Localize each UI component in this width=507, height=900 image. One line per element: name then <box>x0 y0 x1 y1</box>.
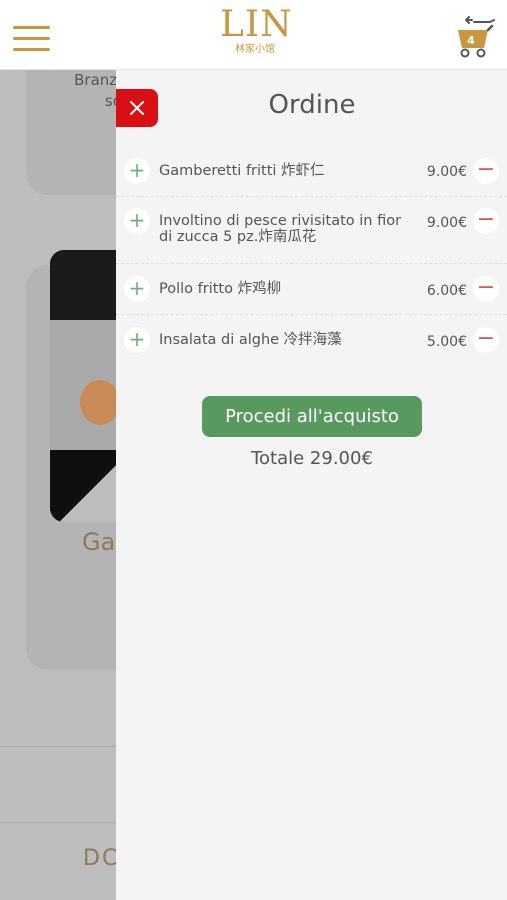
item-price: 5.00€ <box>426 334 467 350</box>
cart-badge: 4 <box>467 34 475 47</box>
item-name: Insalata di alghe 冷拌海藻 <box>159 332 342 348</box>
item-name: Involtino di pesce rivisitato in fior di… <box>159 213 402 245</box>
item-price: 9.00€ <box>426 164 467 180</box>
order-item: + Pollo fritto 炸鸡柳 6.00€ − <box>116 264 507 315</box>
increase-quantity-button[interactable]: + <box>124 327 150 353</box>
logo-subtitle: 林家小馆 <box>235 44 275 55</box>
dish-name-partial: Ga <box>82 528 116 556</box>
decrease-quantity-button[interactable]: − <box>473 158 499 184</box>
footer-text-partial: DC <box>83 846 120 871</box>
increase-quantity-button[interactable]: + <box>124 276 150 302</box>
item-name: Gamberetti fritti 炸虾仁 <box>159 163 325 179</box>
increase-quantity-button[interactable]: + <box>124 208 150 234</box>
panel-title: Ordine <box>268 90 356 120</box>
item-name: Pollo fritto 炸鸡柳 <box>159 281 282 297</box>
logo-text: LIN <box>220 4 293 45</box>
logo[interactable]: LIN 林家小馆 <box>220 4 293 56</box>
order-panel: Ordine + Gamberetti fritti 炸虾仁 9.00€ − +… <box>116 70 507 900</box>
order-item: + Insalata di alghe 冷拌海藻 5.00€ − <box>116 315 507 365</box>
item-price: 6.00€ <box>426 283 467 299</box>
decrease-quantity-button[interactable]: − <box>473 276 499 302</box>
decrease-quantity-button[interactable]: − <box>473 327 499 353</box>
close-order-button[interactable] <box>116 89 158 127</box>
menu-icon[interactable] <box>13 26 50 52</box>
order-total: Totale 29.00€ <box>251 448 373 469</box>
order-item: + Gamberetti fritti 炸虾仁 9.00€ − <box>116 145 507 197</box>
checkout-button[interactable]: Procedi all'acquisto <box>202 396 422 437</box>
item-price: 9.00€ <box>426 215 467 231</box>
decrease-quantity-button[interactable]: − <box>473 208 499 234</box>
increase-quantity-button[interactable]: + <box>124 158 150 184</box>
close-icon <box>130 101 144 115</box>
order-item: + Involtino di pesce rivisitato in fior … <box>116 197 507 264</box>
top-bar: LIN 林家小馆 4 <box>0 0 507 70</box>
cart-button[interactable]: 4 <box>452 14 498 60</box>
